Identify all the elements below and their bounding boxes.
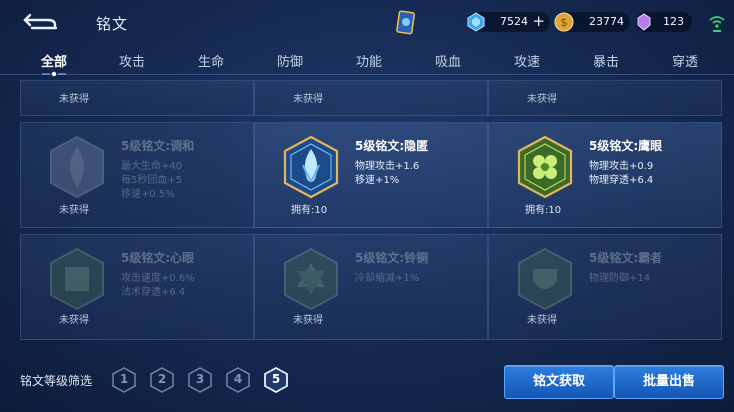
back-arrow-icon[interactable] [22, 11, 62, 31]
rune-card-stealth[interactable]: 5级铭文:隐匿 物理攻击+1.6 移速+1% 拥有:10 [254, 122, 488, 228]
level-number: 3 [195, 372, 205, 386]
rune-attr: 攻击速度+0.6% [121, 273, 195, 284]
status-unobtained: 未获得 [527, 315, 557, 326]
batch-sell-button[interactable]: 批量出售 [614, 365, 724, 399]
wifi-icon [709, 16, 725, 32]
tab-all[interactable]: 全部 [24, 51, 84, 70]
rune-attr: 物理攻击+1.6 [355, 161, 420, 172]
crystal-value: 123 [663, 15, 684, 28]
rune-mind-eye-icon [50, 247, 104, 311]
gold-coin-icon: $ [554, 12, 574, 32]
diamond-counter: 7524 + [467, 12, 550, 32]
rune-card-mind-eye[interactable]: 5级铭文:心眼 攻击速度+0.6% 法术穿透+6.4 未获得 [20, 234, 254, 340]
svg-text:$: $ [561, 16, 568, 29]
add-diamond-button[interactable]: + [532, 13, 545, 29]
crystal-counter: 123 [636, 12, 692, 32]
rune-name: 5级铭文:鹰眼 [589, 139, 663, 153]
rune-overlord-icon [518, 247, 572, 311]
tab-divider [0, 74, 734, 75]
rune-harmony-icon [50, 135, 104, 199]
owned-count: 拥有:10 [525, 205, 562, 216]
tab-critical[interactable]: 暴击 [576, 51, 636, 70]
diamond-icon [467, 12, 485, 32]
rune-hawkeye-icon [517, 135, 573, 199]
rune-attr: 每5秒回血+5 [121, 175, 183, 186]
rune-name: 5级铭文:调和 [121, 139, 195, 153]
gold-value: 23774 [589, 15, 624, 28]
tab-health[interactable]: 生命 [181, 51, 241, 70]
rune-attr: 物理攻击+0.9 [589, 161, 654, 172]
rune-card-harmony[interactable]: 5级铭文:调和 最大生命+40 每5秒回血+5 移速+0.5% 未获得 [20, 122, 254, 228]
status-unobtained: 未获得 [59, 205, 89, 216]
level-filter-3[interactable]: 3 [187, 367, 213, 393]
status-unobtained: 未获得 [527, 94, 557, 105]
status-unobtained: 未获得 [59, 315, 89, 326]
diamond-value: 7524 [500, 15, 528, 28]
level-filter-4[interactable]: 4 [225, 367, 251, 393]
tab-lifesteal[interactable]: 吸血 [418, 51, 478, 70]
tab-penetration[interactable]: 穿透 [655, 51, 715, 70]
status-unobtained: 未获得 [293, 94, 323, 105]
level-number: 4 [233, 372, 243, 386]
tab-utility[interactable]: 功能 [339, 51, 399, 70]
tab-attack-speed[interactable]: 攻速 [497, 51, 557, 70]
level-filter-2[interactable]: 2 [149, 367, 175, 393]
level-filter-5[interactable]: 5 [263, 366, 289, 394]
rune-card-overlord[interactable]: 5级铭文:霸者 物理防御+14 未获得 [488, 234, 722, 340]
rune-card-partial[interactable]: 未获得 [254, 80, 488, 116]
top-bar: 铭文 7524 + $ 23774 123 [0, 0, 734, 44]
gold-counter: $ 23774 [554, 12, 630, 32]
rune-attr: 法术穿透+6.4 [121, 287, 186, 298]
rune-name: 5级铭文:霸者 [589, 251, 663, 265]
rune-name: 5级铭文:心眼 [121, 251, 195, 265]
level-number: 1 [119, 372, 129, 386]
crystal-icon [637, 13, 651, 31]
rune-attr: 物理穿透+6.4 [589, 175, 654, 186]
rune-card-partial[interactable]: 未获得 [20, 80, 254, 116]
rune-card-hawkeye[interactable]: 5级铭文:鹰眼 物理攻击+0.9 物理穿透+6.4 拥有:10 [488, 122, 722, 228]
rune-attr: 冷却缩减+1% [355, 273, 420, 284]
obtain-runes-button[interactable]: 铭文获取 [504, 365, 614, 399]
tab-attack[interactable]: 攻击 [102, 51, 162, 70]
rune-card-partial[interactable]: 未获得 [488, 80, 722, 116]
status-unobtained: 未获得 [293, 315, 323, 326]
active-tab-indicator [42, 71, 66, 77]
rune-attr: 最大生命+40 [121, 161, 183, 172]
rune-card-icon[interactable] [395, 10, 417, 36]
owned-count: 拥有:10 [291, 205, 328, 216]
level-number: 5 [271, 372, 281, 386]
rune-name: 5级铭文:铃铜 [355, 251, 429, 265]
rune-attr: 移速+0.5% [121, 189, 175, 200]
status-unobtained: 未获得 [59, 94, 89, 105]
category-tabs: 全部 攻击 生命 防御 功能 吸血 攻速 暴击 穿透 [0, 46, 734, 74]
level-number: 2 [157, 372, 167, 386]
level-filter-1[interactable]: 1 [111, 367, 137, 393]
rune-attr: 物理防御+14 [589, 273, 651, 284]
level-filter-label: 铭文等级筛选 [20, 374, 93, 388]
page-title: 铭文 [96, 15, 129, 33]
rune-attr: 移速+1% [355, 175, 400, 186]
rune-card-bell[interactable]: 5级铭文:铃铜 冷却缩减+1% 未获得 [254, 234, 488, 340]
rune-stealth-icon [283, 135, 339, 199]
tab-defense[interactable]: 防御 [260, 51, 320, 70]
rune-bell-icon [284, 247, 338, 311]
rune-name: 5级铭文:隐匿 [355, 139, 429, 153]
